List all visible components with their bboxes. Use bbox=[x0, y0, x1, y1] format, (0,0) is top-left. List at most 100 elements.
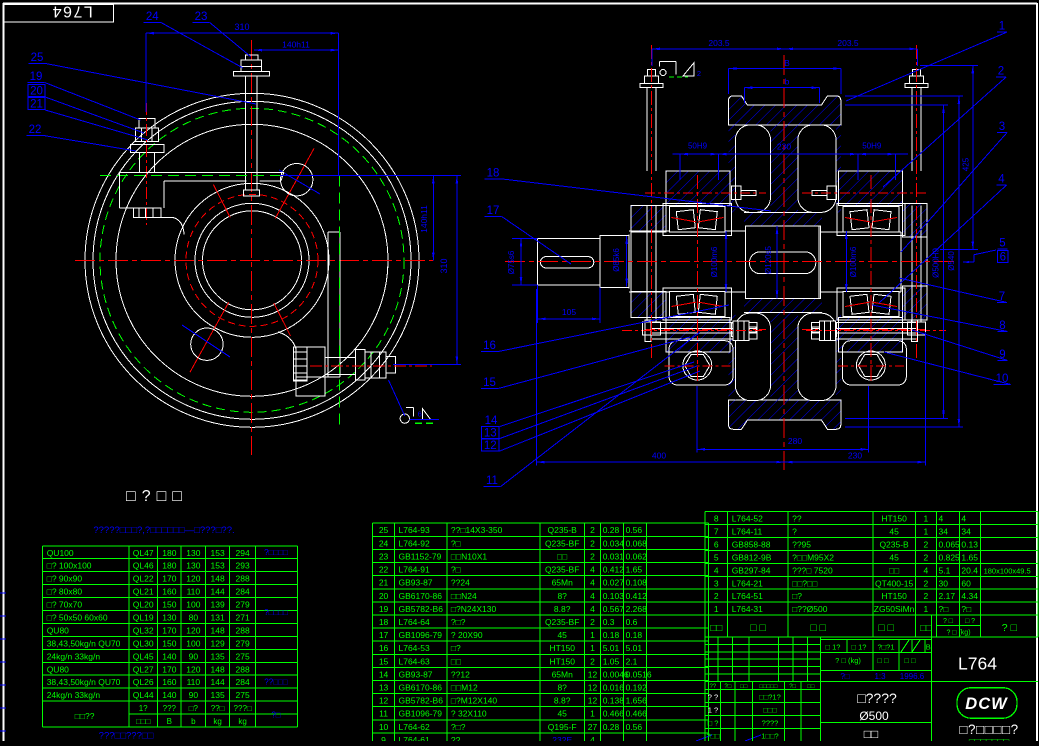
svg-text:280: 280 bbox=[788, 436, 802, 446]
svg-text:QL46: QL46 bbox=[133, 561, 154, 571]
svg-text:8: 8 bbox=[714, 514, 719, 524]
svg-text:275: 275 bbox=[236, 690, 250, 700]
svg-text:5: 5 bbox=[999, 238, 1005, 250]
svg-text:? □: ? □ bbox=[1002, 622, 1018, 634]
svg-text:129: 129 bbox=[211, 638, 225, 648]
svg-text:2: 2 bbox=[697, 69, 701, 78]
svg-text:24kg/n 33kg/n: 24kg/n 33kg/n bbox=[47, 690, 101, 700]
svg-text:0.062: 0.062 bbox=[626, 551, 648, 561]
svg-text:20.4: 20.4 bbox=[961, 565, 978, 575]
svg-text:310: 310 bbox=[439, 258, 449, 273]
svg-text:□?□□□□?: □?□□□□? bbox=[959, 722, 1018, 737]
svg-text:284: 284 bbox=[236, 587, 250, 597]
svg-text:293: 293 bbox=[236, 561, 250, 571]
svg-text:□?N24X130: □?N24X130 bbox=[451, 604, 497, 614]
svg-text:288: 288 bbox=[236, 664, 250, 674]
svg-text:4: 4 bbox=[924, 565, 929, 575]
svg-text:21: 21 bbox=[379, 578, 389, 588]
svg-text:131: 131 bbox=[211, 613, 225, 623]
svg-text:288: 288 bbox=[236, 625, 250, 635]
svg-text:□ ?: □ ? bbox=[708, 719, 719, 728]
svg-text:????: ???? bbox=[762, 719, 779, 728]
svg-text:□?□□: □?□□ bbox=[126, 488, 188, 505]
svg-text:kg: kg bbox=[213, 717, 221, 726]
svg-text:Ø120s5: Ø120s5 bbox=[764, 245, 773, 274]
svg-text:Q235-BF: Q235-BF bbox=[545, 565, 580, 575]
svg-text:1.65: 1.65 bbox=[626, 565, 643, 575]
svg-text:0.027: 0.027 bbox=[603, 578, 625, 588]
svg-text:L764-62: L764-62 bbox=[399, 722, 430, 732]
svg-text:0.466: 0.466 bbox=[626, 709, 648, 719]
svg-text:10: 10 bbox=[379, 722, 389, 732]
svg-text:0.13: 0.13 bbox=[961, 539, 978, 549]
svg-text:20: 20 bbox=[379, 591, 389, 601]
svg-text:21: 21 bbox=[30, 99, 43, 111]
svg-text:232E: 232E bbox=[552, 735, 572, 741]
svg-text:6: 6 bbox=[714, 539, 719, 549]
svg-text:110: 110 bbox=[187, 677, 201, 687]
svg-text:kg: kg bbox=[238, 717, 246, 726]
svg-text:0.18: 0.18 bbox=[626, 630, 643, 640]
svg-text:1: 1 bbox=[999, 21, 1005, 33]
svg-text:□ □: □ □ bbox=[904, 656, 916, 665]
svg-text:22: 22 bbox=[29, 124, 42, 136]
svg-text:0.138: 0.138 bbox=[603, 696, 625, 706]
svg-text:19: 19 bbox=[30, 71, 43, 83]
svg-text:135: 135 bbox=[211, 690, 225, 700]
svg-text:□??Ø500: □??Ø500 bbox=[792, 604, 828, 614]
svg-text:□ □: □ □ bbox=[750, 622, 766, 634]
svg-text:279: 279 bbox=[236, 600, 250, 610]
svg-text:□□: □□ bbox=[740, 684, 748, 690]
svg-text:425: 425 bbox=[961, 157, 970, 171]
svg-text:8?: 8? bbox=[557, 591, 567, 601]
svg-text:GB858-88: GB858-88 bbox=[732, 539, 771, 549]
svg-text:0.108: 0.108 bbox=[626, 578, 648, 588]
svg-text:130: 130 bbox=[162, 613, 176, 623]
svg-text:?□: ?□ bbox=[961, 604, 971, 614]
svg-text:□?: □? bbox=[792, 591, 802, 601]
svg-text:400: 400 bbox=[652, 451, 666, 461]
svg-text:1.656: 1.656 bbox=[626, 696, 648, 706]
svg-text:90: 90 bbox=[189, 651, 199, 661]
svg-text:2: 2 bbox=[924, 552, 929, 562]
svg-text:? ?: ? ? bbox=[708, 693, 718, 702]
svg-text:?□?: ?□? bbox=[451, 617, 466, 627]
svg-text:4: 4 bbox=[590, 578, 595, 588]
svg-text:1: 1 bbox=[924, 514, 929, 524]
svg-text:Q235-BF: Q235-BF bbox=[545, 617, 580, 627]
svg-text:135: 135 bbox=[211, 651, 225, 661]
svg-text:□□□: □□□ bbox=[136, 717, 151, 726]
svg-text:0.28: 0.28 bbox=[603, 722, 620, 732]
svg-text:1: 1 bbox=[714, 604, 719, 614]
svg-text:GB6170-86: GB6170-86 bbox=[399, 683, 443, 693]
svg-text:HT150: HT150 bbox=[881, 514, 907, 524]
svg-text:QL22: QL22 bbox=[133, 574, 154, 584]
svg-text:B: B bbox=[926, 643, 931, 652]
svg-text:230: 230 bbox=[777, 142, 791, 152]
svg-text:279: 279 bbox=[236, 638, 250, 648]
svg-text:230: 230 bbox=[848, 451, 862, 461]
svg-text:11: 11 bbox=[379, 709, 388, 719]
svg-text:?□□M95X2: ?□□M95X2 bbox=[792, 552, 834, 562]
svg-text:QL20: QL20 bbox=[133, 600, 154, 610]
svg-text:Ø85k6: Ø85k6 bbox=[612, 248, 621, 272]
svg-text:4: 4 bbox=[998, 174, 1005, 186]
svg-text:GB297-84: GB297-84 bbox=[732, 565, 771, 575]
svg-text:170: 170 bbox=[162, 574, 176, 584]
svg-text:HT150: HT150 bbox=[549, 643, 575, 653]
svg-text:100: 100 bbox=[186, 638, 200, 648]
svg-text:?□□: ?□□ bbox=[706, 732, 720, 741]
svg-text:6: 6 bbox=[1000, 252, 1006, 264]
svg-text:L764-93: L764-93 bbox=[399, 525, 430, 535]
svg-text:??: ?? bbox=[709, 684, 716, 690]
svg-text:□□: □□ bbox=[889, 565, 899, 575]
svg-text:?□: ?□ bbox=[271, 711, 280, 720]
svg-text:14: 14 bbox=[379, 669, 389, 679]
svg-text:L764-64: L764-64 bbox=[399, 617, 430, 627]
svg-text:L764-52: L764-52 bbox=[732, 514, 763, 524]
svg-text:??: ?? bbox=[451, 735, 461, 741]
svg-text:□ □: □ □ bbox=[877, 656, 889, 665]
svg-text:0.065: 0.065 bbox=[939, 539, 961, 549]
svg-text:140: 140 bbox=[162, 651, 176, 661]
svg-text:11: 11 bbox=[486, 475, 498, 487]
